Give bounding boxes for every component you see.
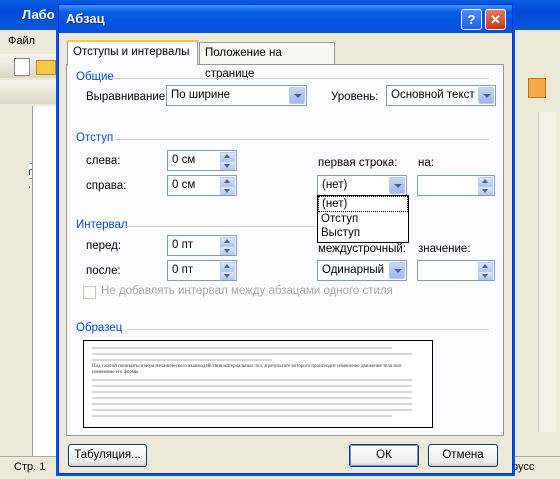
first-line-label: первая строка: <box>318 157 398 169</box>
group-general-label: Общие <box>76 71 114 83</box>
preview-line <box>92 347 392 349</box>
tabs-button[interactable]: Табуляция... <box>68 444 147 467</box>
alignment-select[interactable]: По ширине <box>166 85 307 106</box>
group-spacing-label: Интервал <box>76 219 128 231</box>
spin-up-icon[interactable] <box>220 237 235 246</box>
spin-down-icon[interactable] <box>478 186 493 195</box>
tab-indents-spacing[interactable]: Отступы и интервалы <box>67 40 198 65</box>
line-spacing-label: междустрочный: <box>318 243 406 255</box>
group-preview-label: Образец <box>76 322 123 334</box>
document-area <box>32 106 61 456</box>
space-before-label: перед: <box>86 240 122 252</box>
dialog-title-bar: Абзац ? ✕ <box>59 5 512 33</box>
by-input[interactable] <box>417 175 495 196</box>
level-select[interactable]: Основной текст <box>386 85 496 106</box>
chevron-down-icon <box>478 87 494 104</box>
level-label: Уровень: <box>331 91 379 103</box>
right-indent-value: 0 см <box>172 179 196 191</box>
vertical-scrollbar[interactable] <box>538 112 556 432</box>
spin-up-icon[interactable] <box>478 262 493 271</box>
spacing-value-input[interactable] <box>417 260 495 281</box>
left-indent-input[interactable]: 0 см <box>167 150 237 171</box>
space-before-input[interactable]: 0 пт <box>167 235 237 256</box>
preview-line <box>92 385 412 387</box>
preview-line <box>92 397 412 399</box>
dialog-title: Абзац <box>66 11 105 26</box>
new-document-icon[interactable] <box>14 58 30 76</box>
left-indent-label: слева: <box>86 155 121 167</box>
preview-sample-text: Под сжатой пониматься мера механического… <box>92 364 402 375</box>
right-indent-input[interactable]: 0 см <box>167 175 237 196</box>
dropdown-option-none[interactable]: (нет) <box>318 196 408 212</box>
word-formatting-toolbar: Times Ne <box>0 80 60 194</box>
highlight-icon[interactable] <box>528 78 546 98</box>
spin-down-icon[interactable] <box>220 271 235 280</box>
preview-line <box>92 403 412 405</box>
preview-line <box>92 415 392 417</box>
help-button[interactable]: ? <box>461 9 482 30</box>
space-after-input[interactable]: 0 пт <box>167 260 237 281</box>
first-line-select[interactable]: (нет) <box>317 175 407 196</box>
dropdown-option-indent[interactable]: Отступ <box>318 212 408 226</box>
group-divider <box>125 226 315 227</box>
space-before-value: 0 пт <box>172 239 194 251</box>
spin-down-icon[interactable] <box>220 161 235 170</box>
word-title: Лабо <box>22 7 55 22</box>
cancel-button[interactable]: Отмена <box>428 444 498 467</box>
spin-down-icon[interactable] <box>220 186 235 195</box>
spin-up-icon[interactable] <box>478 177 493 186</box>
preview-line <box>92 359 272 361</box>
status-page: Стр. 1 <box>14 461 46 473</box>
first-line-value: (нет) <box>322 179 348 191</box>
no-space-checkbox-label: Не добавлять интервал между абзацами одн… <box>101 285 393 297</box>
group-divider <box>115 139 489 140</box>
spacing-value-label: значение: <box>418 243 471 255</box>
line-spacing-value: Одинарный <box>322 264 385 276</box>
level-value: Основной текст <box>391 89 475 101</box>
chevron-down-icon <box>389 262 405 279</box>
preview-box: Под сжатой пониматься мера механического… <box>83 340 433 428</box>
spin-up-icon[interactable] <box>220 177 235 186</box>
open-folder-icon[interactable] <box>36 60 56 75</box>
group-divider <box>115 78 489 79</box>
preview-line <box>92 409 412 411</box>
preview-line <box>92 353 412 355</box>
spin-down-icon[interactable] <box>478 271 493 280</box>
tab-line-page-breaks[interactable]: Положение на странице <box>199 42 335 80</box>
chevron-down-icon <box>389 177 405 194</box>
right-indent-label: справа: <box>86 180 127 192</box>
no-space-checkbox[interactable] <box>83 286 96 299</box>
dropdown-option-hanging[interactable]: Выступ <box>318 226 408 240</box>
space-after-value: 0 пт <box>172 264 194 276</box>
alignment-value: По ширине <box>171 89 231 101</box>
menu-file[interactable]: Файл <box>8 35 35 47</box>
by-label: на: <box>418 157 434 169</box>
line-spacing-select[interactable]: Одинарный <box>317 260 407 281</box>
word-standard-toolbar <box>0 54 60 78</box>
spin-up-icon[interactable] <box>220 152 235 161</box>
spin-up-icon[interactable] <box>220 262 235 271</box>
vertical-ruler <box>11 110 29 440</box>
group-indent-label: Отступ <box>76 132 114 144</box>
preview-line <box>92 379 412 381</box>
word-menu-bar: Файл <box>0 30 60 54</box>
space-after-label: после: <box>86 265 121 277</box>
close-button[interactable]: ✕ <box>485 9 506 30</box>
alignment-label: Выравнивание: <box>86 91 169 103</box>
preview-line <box>92 391 412 393</box>
left-indent-value: 0 см <box>172 154 196 166</box>
group-divider <box>127 329 489 330</box>
status-language: русс <box>512 461 535 473</box>
chevron-down-icon <box>289 87 305 104</box>
paragraph-dialog: Абзац ? ✕ Отступы и интервалы Положение … <box>58 4 513 474</box>
spin-down-icon[interactable] <box>220 246 235 255</box>
first-line-dropdown-list: (нет) Отступ Выступ <box>317 195 409 243</box>
ok-button[interactable]: ОК <box>349 444 419 467</box>
